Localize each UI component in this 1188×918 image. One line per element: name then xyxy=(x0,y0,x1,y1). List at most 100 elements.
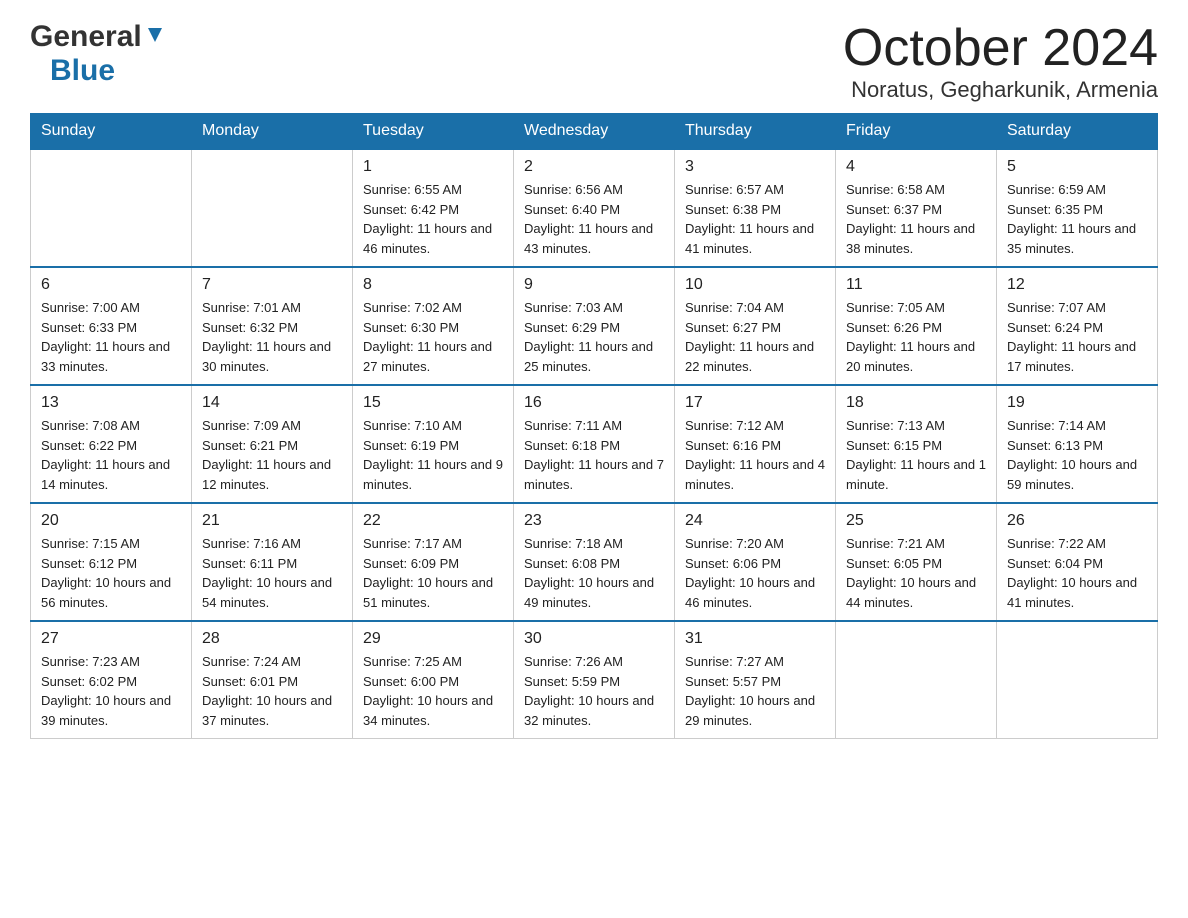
calendar-cell: 24Sunrise: 7:20 AMSunset: 6:06 PMDayligh… xyxy=(675,503,836,621)
col-wednesday: Wednesday xyxy=(514,114,675,150)
day-info: Sunrise: 7:11 AMSunset: 6:18 PMDaylight:… xyxy=(524,416,664,494)
calendar-cell: 22Sunrise: 7:17 AMSunset: 6:09 PMDayligh… xyxy=(353,503,514,621)
day-info: Sunrise: 6:57 AMSunset: 6:38 PMDaylight:… xyxy=(685,180,825,258)
day-info: Sunrise: 7:15 AMSunset: 6:12 PMDaylight:… xyxy=(41,534,181,612)
day-info: Sunrise: 7:18 AMSunset: 6:08 PMDaylight:… xyxy=(524,534,664,612)
calendar-week-row: 6 Sunrise: 7:00 AMSunset: 6:33 PMDaylight… xyxy=(31,267,1158,385)
calendar-cell: 7 Sunrise: 7:01 AMSunset: 6:32 PMDaylight… xyxy=(192,267,353,385)
day-info: Sunrise: 7:26 AMSunset: 5:59 PMDaylight:… xyxy=(524,652,664,730)
calendar-week-row: 1Sunrise: 6:55 AMSunset: 6:42 PMDaylight… xyxy=(31,149,1158,267)
calendar-week-row: 13 Sunrise: 7:08 AMSunset: 6:22 PMDayligh… xyxy=(31,385,1158,503)
day-info: Sunrise: 7:00 AMSunset: 6:33 PMDaylight:… xyxy=(41,298,181,376)
logo-blue-text: Blue xyxy=(50,54,115,88)
day-number: 26 xyxy=(1007,512,1147,530)
day-info: Sunrise: 7:12 AMSunset: 6:16 PMDaylight:… xyxy=(685,416,825,494)
day-number: 5 xyxy=(1007,158,1147,176)
day-number: 18 xyxy=(846,394,986,412)
calendar-cell: 17 Sunrise: 7:12 AMSunset: 6:16 PMDayligh… xyxy=(675,385,836,503)
calendar-cell: 23 Sunrise: 7:18 AMSunset: 6:08 PMDayligh… xyxy=(514,503,675,621)
day-info: Sunrise: 7:02 AMSunset: 6:30 PMDaylight:… xyxy=(363,298,503,376)
day-number: 25 xyxy=(846,512,986,530)
calendar-cell xyxy=(836,621,997,739)
calendar-table: Sunday Monday Tuesday Wednesday Thursday… xyxy=(30,113,1158,739)
day-number: 15 xyxy=(363,394,503,412)
day-number: 10 xyxy=(685,276,825,294)
page-header: General Blue October 2024 Noratus, Gegha… xyxy=(30,20,1158,103)
calendar-cell: 20Sunrise: 7:15 AMSunset: 6:12 PMDayligh… xyxy=(31,503,192,621)
day-info: Sunrise: 7:07 AMSunset: 6:24 PMDaylight:… xyxy=(1007,298,1147,376)
title-section: October 2024 Noratus, Gegharkunik, Armen… xyxy=(843,20,1158,103)
day-info: Sunrise: 7:04 AMSunset: 6:27 PMDaylight:… xyxy=(685,298,825,376)
day-info: Sunrise: 7:17 AMSunset: 6:09 PMDaylight:… xyxy=(363,534,503,612)
day-number: 6 xyxy=(41,276,181,294)
calendar-cell: 25Sunrise: 7:21 AMSunset: 6:05 PMDayligh… xyxy=(836,503,997,621)
col-tuesday: Tuesday xyxy=(353,114,514,150)
day-info: Sunrise: 7:01 AMSunset: 6:32 PMDaylight:… xyxy=(202,298,342,376)
col-monday: Monday xyxy=(192,114,353,150)
calendar-cell: 27 Sunrise: 7:23 AMSunset: 6:02 PMDayligh… xyxy=(31,621,192,739)
calendar-header-row: Sunday Monday Tuesday Wednesday Thursday… xyxy=(31,114,1158,150)
day-number: 13 xyxy=(41,394,181,412)
calendar-cell: 18 Sunrise: 7:13 AMSunset: 6:15 PMDayligh… xyxy=(836,385,997,503)
calendar-week-row: 27 Sunrise: 7:23 AMSunset: 6:02 PMDayligh… xyxy=(31,621,1158,739)
day-number: 16 xyxy=(524,394,664,412)
day-number: 23 xyxy=(524,512,664,530)
calendar-cell: 4 Sunrise: 6:58 AMSunset: 6:37 PMDaylight… xyxy=(836,149,997,267)
day-info: Sunrise: 7:16 AMSunset: 6:11 PMDaylight:… xyxy=(202,534,342,612)
calendar-cell xyxy=(31,149,192,267)
calendar-cell: 15 Sunrise: 7:10 AMSunset: 6:19 PMDayligh… xyxy=(353,385,514,503)
day-number: 8 xyxy=(363,276,503,294)
day-info: Sunrise: 7:10 AMSunset: 6:19 PMDaylight:… xyxy=(363,416,503,494)
day-number: 2 xyxy=(524,158,664,176)
day-number: 24 xyxy=(685,512,825,530)
location-subtitle: Noratus, Gegharkunik, Armenia xyxy=(843,77,1158,103)
col-thursday: Thursday xyxy=(675,114,836,150)
calendar-cell: 31Sunrise: 7:27 AMSunset: 5:57 PMDayligh… xyxy=(675,621,836,739)
day-info: Sunrise: 7:24 AMSunset: 6:01 PMDaylight:… xyxy=(202,652,342,730)
day-info: Sunrise: 7:14 AMSunset: 6:13 PMDaylight:… xyxy=(1007,416,1147,494)
calendar-cell: 21 Sunrise: 7:16 AMSunset: 6:11 PMDayligh… xyxy=(192,503,353,621)
calendar-cell: 2Sunrise: 6:56 AMSunset: 6:40 PMDaylight… xyxy=(514,149,675,267)
logo-arrow-icon xyxy=(144,24,166,51)
calendar-cell: 28Sunrise: 7:24 AMSunset: 6:01 PMDayligh… xyxy=(192,621,353,739)
calendar-cell xyxy=(997,621,1158,739)
col-sunday: Sunday xyxy=(31,114,192,150)
day-info: Sunrise: 7:13 AMSunset: 6:15 PMDaylight:… xyxy=(846,416,986,494)
day-number: 7 xyxy=(202,276,342,294)
day-number: 21 xyxy=(202,512,342,530)
day-number: 4 xyxy=(846,158,986,176)
day-info: Sunrise: 7:08 AMSunset: 6:22 PMDaylight:… xyxy=(41,416,181,494)
logo: General Blue xyxy=(30,20,166,88)
calendar-week-row: 20Sunrise: 7:15 AMSunset: 6:12 PMDayligh… xyxy=(31,503,1158,621)
calendar-cell: 30 Sunrise: 7:26 AMSunset: 5:59 PMDayligh… xyxy=(514,621,675,739)
day-number: 17 xyxy=(685,394,825,412)
day-info: Sunrise: 7:03 AMSunset: 6:29 PMDaylight:… xyxy=(524,298,664,376)
day-number: 19 xyxy=(1007,394,1147,412)
day-info: Sunrise: 7:05 AMSunset: 6:26 PMDaylight:… xyxy=(846,298,986,376)
day-number: 12 xyxy=(1007,276,1147,294)
col-friday: Friday xyxy=(836,114,997,150)
day-info: Sunrise: 7:23 AMSunset: 6:02 PMDaylight:… xyxy=(41,652,181,730)
day-info: Sunrise: 7:25 AMSunset: 6:00 PMDaylight:… xyxy=(363,652,503,730)
day-number: 9 xyxy=(524,276,664,294)
calendar-cell: 26 Sunrise: 7:22 AMSunset: 6:04 PMDayligh… xyxy=(997,503,1158,621)
day-info: Sunrise: 6:55 AMSunset: 6:42 PMDaylight:… xyxy=(363,180,503,258)
calendar-cell: 13 Sunrise: 7:08 AMSunset: 6:22 PMDayligh… xyxy=(31,385,192,503)
calendar-cell: 11Sunrise: 7:05 AMSunset: 6:26 PMDayligh… xyxy=(836,267,997,385)
calendar-cell: 3 Sunrise: 6:57 AMSunset: 6:38 PMDaylight… xyxy=(675,149,836,267)
calendar-cell: 5Sunrise: 6:59 AMSunset: 6:35 PMDaylight… xyxy=(997,149,1158,267)
calendar-cell: 14Sunrise: 7:09 AMSunset: 6:21 PMDayligh… xyxy=(192,385,353,503)
day-number: 30 xyxy=(524,630,664,648)
day-number: 3 xyxy=(685,158,825,176)
calendar-cell: 10 Sunrise: 7:04 AMSunset: 6:27 PMDayligh… xyxy=(675,267,836,385)
calendar-cell: 19 Sunrise: 7:14 AMSunset: 6:13 PMDayligh… xyxy=(997,385,1158,503)
calendar-cell: 29 Sunrise: 7:25 AMSunset: 6:00 PMDayligh… xyxy=(353,621,514,739)
day-info: Sunrise: 6:58 AMSunset: 6:37 PMDaylight:… xyxy=(846,180,986,258)
day-number: 29 xyxy=(363,630,503,648)
day-info: Sunrise: 7:22 AMSunset: 6:04 PMDaylight:… xyxy=(1007,534,1147,612)
day-number: 27 xyxy=(41,630,181,648)
calendar-cell: 6 Sunrise: 7:00 AMSunset: 6:33 PMDaylight… xyxy=(31,267,192,385)
logo-general-text: General xyxy=(30,20,142,54)
calendar-cell xyxy=(192,149,353,267)
calendar-cell: 8 Sunrise: 7:02 AMSunset: 6:30 PMDaylight… xyxy=(353,267,514,385)
